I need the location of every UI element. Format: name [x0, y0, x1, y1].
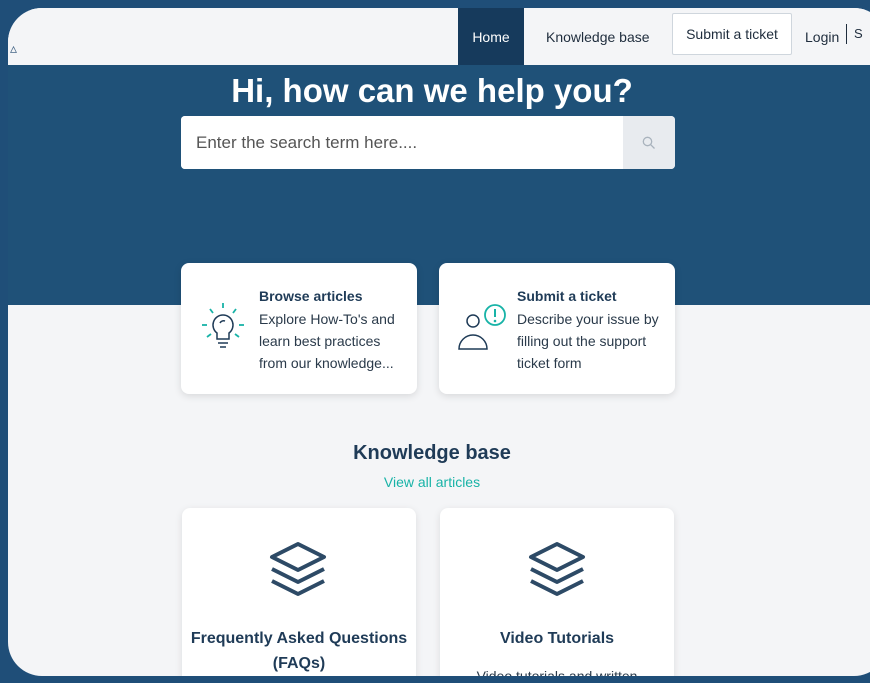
logo-icon[interactable]: ▵ — [10, 40, 17, 57]
knowledge-base-heading: Knowledge base — [353, 442, 511, 464]
layers-icon — [529, 542, 585, 596]
search-bar — [181, 116, 675, 169]
category-card-video-tutorials[interactable]: Video Tutorials Video tutorials and writ… — [440, 508, 674, 676]
nav-divider — [846, 24, 847, 44]
card-description: Describe your issue by filling out the s… — [517, 311, 659, 371]
category-card-faqs[interactable]: Frequently Asked Questions (FAQs) — [182, 508, 416, 676]
nav-knowledge-base[interactable]: Knowledge base — [538, 8, 658, 65]
category-title: Video Tutorials — [499, 630, 615, 647]
card-title: Browse articles — [259, 288, 363, 304]
page-frame: ▵ Home Knowledge base Submit a ticket Lo… — [8, 8, 870, 676]
submit-ticket-button[interactable]: Submit a ticket — [672, 13, 792, 55]
page-title: Hi, how can we help you? — [231, 72, 633, 109]
nav-home[interactable]: Home — [458, 8, 524, 65]
user-alert-icon — [458, 304, 506, 350]
card-title: Submit a ticket — [517, 288, 617, 304]
category-description: Video tutorials and written — [476, 668, 638, 676]
layers-icon — [270, 542, 326, 596]
submit-ticket-card[interactable]: Submit a ticket Describe your issue by f… — [439, 263, 675, 394]
search-icon — [642, 136, 655, 149]
card-description: Explore How-To's and learn best practice… — [259, 311, 395, 371]
signup-link-partial[interactable]: S — [854, 26, 863, 42]
category-title: Frequently Asked Questions (FAQs) — [190, 630, 408, 672]
login-link[interactable]: Login — [805, 8, 839, 65]
search-button[interactable] — [623, 116, 675, 169]
search-input[interactable] — [181, 116, 621, 169]
top-navigation: ▵ Home Knowledge base Submit a ticket Lo… — [8, 8, 870, 65]
lightbulb-icon — [202, 303, 244, 348]
view-all-articles-link[interactable]: View all articles — [8, 474, 856, 490]
browse-articles-card[interactable]: Browse articles Explore How-To's and lea… — [181, 263, 417, 394]
